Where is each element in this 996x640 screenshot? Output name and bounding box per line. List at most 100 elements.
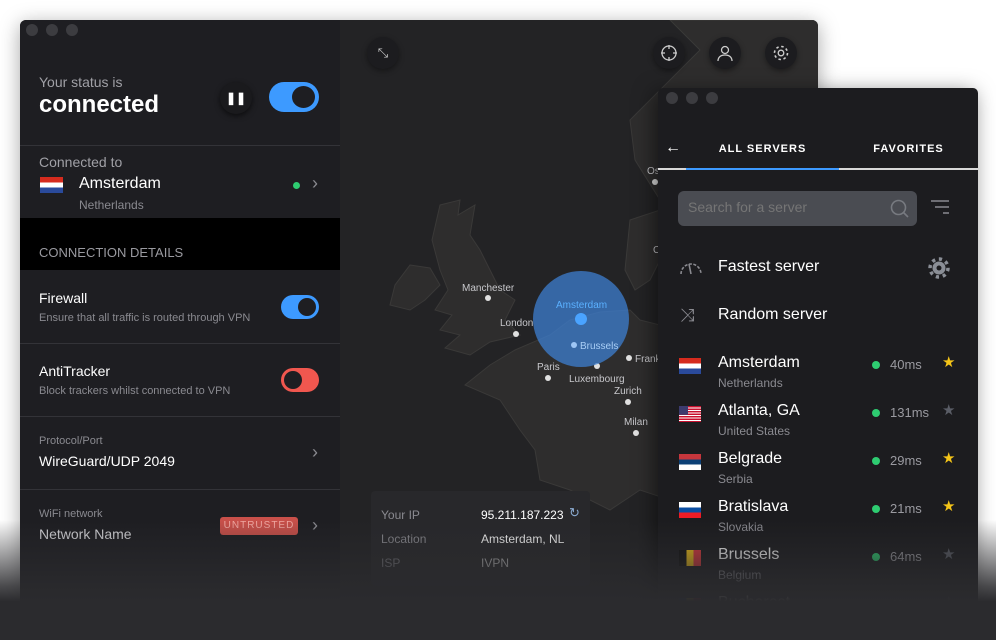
settings-button[interactable] (765, 37, 797, 69)
city-dot (513, 331, 519, 337)
server-ping: 131ms (890, 405, 930, 420)
server-country: United States (718, 424, 791, 438)
close-button[interactable] (666, 92, 678, 104)
city-label: Milan (624, 417, 648, 428)
status-value: connected (39, 91, 160, 118)
tab-all-servers[interactable]: ALL SERVERS (686, 143, 839, 155)
city-dot (545, 375, 551, 381)
refresh-icon[interactable]: ↻ (569, 505, 580, 521)
server-item[interactable]: Amsterdam Netherlands 40ms ★ (658, 351, 978, 399)
wifi-value: Network Name (39, 526, 132, 542)
server-item[interactable]: Belgrade Serbia 29ms ★ (658, 447, 978, 495)
ip-label: Your IP (381, 508, 420, 522)
server-item[interactable]: Atlanta, GA United States 131ms ★ (658, 399, 978, 447)
account-button[interactable] (709, 37, 741, 69)
search-input[interactable] (688, 199, 878, 215)
pause-button[interactable]: ❚❚ (220, 82, 252, 114)
user-icon (717, 45, 733, 62)
city-label: Luxembourg (569, 374, 625, 385)
random-server-item[interactable]: ⤨ Random server (658, 303, 978, 351)
connection-server[interactable]: Amsterdam Netherlands › (20, 170, 340, 216)
tab-favorites[interactable]: FAVORITES (839, 143, 978, 155)
favorite-star-icon[interactable]: ★ (942, 449, 955, 467)
ip-value: 95.211.187.223 (481, 508, 564, 522)
filter-sort-icon[interactable] (930, 199, 950, 215)
center-location-button[interactable] (653, 37, 685, 69)
antitracker-desc: Block trackers whilst connected to VPN (39, 385, 231, 397)
status-panel: Your status is connected ❚❚ Connected to… (20, 20, 340, 620)
favorite-star-icon[interactable]: ★ (942, 401, 955, 419)
isp-value: IVPN (481, 556, 510, 570)
chevron-right-icon: › (312, 173, 318, 193)
wifi-row[interactable]: WiFi network Network Name UNTRUSTED › (20, 490, 340, 562)
server-city: Amsterdam (718, 354, 800, 371)
search-box[interactable] (678, 191, 917, 226)
status-label: Your status is (39, 74, 123, 90)
wifi-label: WiFi network (39, 508, 103, 520)
firewall-title: Firewall (39, 290, 88, 306)
crosshair-icon (661, 45, 677, 61)
maximize-button[interactable] (706, 92, 718, 104)
untrusted-badge: UNTRUSTED (220, 517, 298, 535)
antitracker-toggle[interactable] (281, 368, 319, 392)
minimize-button[interactable] (46, 24, 58, 36)
city-label: London (500, 318, 533, 329)
favorite-star-icon[interactable]: ★ (942, 593, 955, 611)
minimize-button[interactable] (686, 92, 698, 104)
gear-icon (773, 45, 789, 61)
minimize-map-button[interactable]: ⤡ (367, 37, 399, 69)
speedometer-icon (680, 263, 702, 275)
city-label: Amsterdam (556, 300, 607, 311)
gear-icon[interactable] (928, 257, 950, 279)
city-dot (633, 430, 639, 436)
server-ping: 40ms (890, 357, 922, 372)
server-ping: 21ms (890, 501, 922, 516)
server-country: Belgium (718, 568, 762, 582)
shuffle-icon: ⤨ (680, 305, 695, 325)
active-tab-indicator (686, 168, 839, 170)
online-dot (872, 505, 880, 513)
maximize-button[interactable] (66, 24, 78, 36)
protocol-row[interactable]: Protocol/Port WireGuard/UDP 2049 › (20, 417, 340, 489)
chevron-right-icon: › (312, 442, 318, 462)
firewall-desc: Ensure that all traffic is routed throug… (39, 312, 251, 324)
fastest-server-label: Fastest server (718, 258, 820, 275)
random-server-label: Random server (718, 306, 828, 323)
location-label: Location (381, 532, 427, 546)
ip-info-panel: Your IP 95.211.187.223 ↻ Location Amster… (371, 491, 590, 586)
city-dot (626, 355, 632, 361)
server-country: Netherlands (718, 376, 783, 390)
isp-label: ISP (381, 556, 401, 570)
favorite-star-icon[interactable]: ★ (942, 497, 955, 515)
close-button[interactable] (26, 24, 38, 36)
server-ping: 49ms (890, 597, 922, 612)
favorite-star-icon[interactable]: ★ (942, 353, 955, 371)
connected-to-label: Connected to (39, 154, 123, 170)
city-dot (485, 295, 491, 301)
collapse-arrows-icon: ⤡ (377, 45, 389, 60)
pause-icon: ❚❚ (225, 91, 247, 105)
server-country: Serbia (718, 472, 753, 486)
online-dot (872, 457, 880, 465)
antitracker-title: AntiTracker (39, 363, 111, 379)
server-city: Belgrade (718, 450, 783, 467)
server-city: Bucharest (718, 594, 791, 611)
location-value: Amsterdam, NL (481, 532, 565, 546)
firewall-toggle[interactable] (281, 295, 319, 319)
back-arrow-icon[interactable]: ← (665, 139, 681, 157)
servers-window: ← ALL SERVERS FAVORITES Fastest server ⤨… (658, 88, 978, 618)
server-item[interactable]: Bucharest 49ms ★ (658, 591, 978, 618)
server-item[interactable]: Brussels Belgium 64ms ★ (658, 543, 978, 591)
city-label: Paris (537, 362, 560, 373)
favorite-star-icon[interactable]: ★ (942, 545, 955, 563)
city-label: Brussels (580, 341, 618, 352)
details-header-bar: CONNECTION DETAILS (20, 218, 340, 270)
fastest-server-item[interactable]: Fastest server (658, 255, 978, 303)
online-dot (293, 182, 300, 189)
window-controls (26, 24, 78, 36)
country-flag-icon (679, 358, 701, 374)
search-icon (890, 199, 909, 218)
server-item[interactable]: Bratislava Slovakia 21ms ★ (658, 495, 978, 543)
connect-toggle[interactable] (269, 82, 319, 112)
details-header: CONNECTION DETAILS (39, 245, 184, 260)
